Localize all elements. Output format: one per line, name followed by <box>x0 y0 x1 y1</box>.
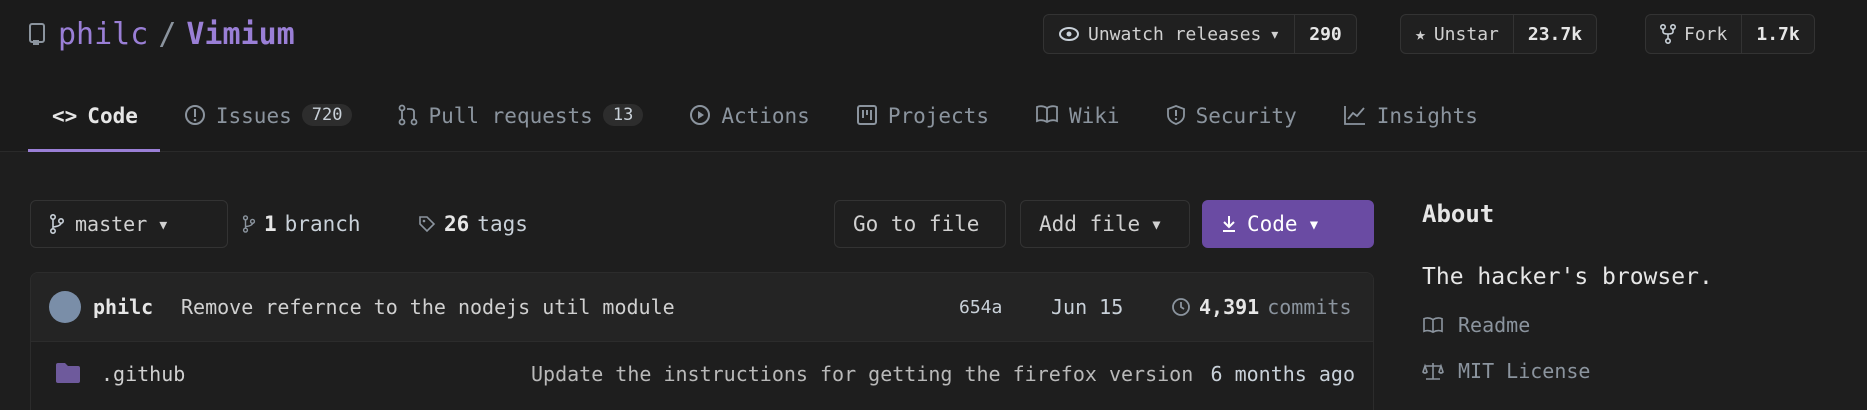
code-download-button[interactable]: Code ▾ <box>1202 200 1374 248</box>
tab-insights-label: Insights <box>1376 104 1478 128</box>
file-name-link[interactable]: .github <box>101 362 185 386</box>
forks-count[interactable]: 1.7k <box>1741 15 1813 53</box>
watch-label: Unwatch releases <box>1088 23 1262 45</box>
chevron-down-icon: ▾ <box>1269 23 1281 45</box>
file-age: 6 months ago <box>1210 361 1356 386</box>
branches-label: branch <box>284 212 361 236</box>
tab-security[interactable]: Security <box>1142 92 1319 152</box>
file-browser: philc Remove refernce to the nodejs util… <box>30 272 1374 410</box>
watch-button-group: Unwatch releases ▾ 290 <box>1043 14 1357 54</box>
commit-hash-link[interactable]: 654a <box>959 297 1002 318</box>
branch-icon <box>242 215 256 233</box>
file-commit-message-link[interactable]: Update the instructions for getting the … <box>531 362 1211 386</box>
tab-actions[interactable]: Actions <box>665 92 832 152</box>
license-label: MIT License <box>1458 359 1591 383</box>
play-icon <box>689 104 711 126</box>
law-icon <box>1422 361 1444 381</box>
repo-name-link[interactable]: Vimium <box>186 17 294 52</box>
readme-label: Readme <box>1458 313 1531 337</box>
folder-icon <box>55 362 81 384</box>
tags-label: tags <box>477 212 528 236</box>
repo-separator: / <box>158 16 177 52</box>
repo-title: philc / Vimium <box>28 14 295 54</box>
watch-button[interactable]: Unwatch releases ▾ <box>1044 15 1294 53</box>
latest-commit-row: philc Remove refernce to the nodejs util… <box>31 273 1373 341</box>
tab-pull-requests[interactable]: Pull requests 13 <box>374 92 665 152</box>
chevron-down-icon: ▾ <box>157 212 170 236</box>
star-icon: ★ <box>1415 23 1426 45</box>
commit-message-link[interactable]: Remove refernce to the nodejs util modul… <box>181 295 675 319</box>
tab-actions-label: Actions <box>721 104 810 128</box>
repo-header: philc / Vimium Unwatch releases ▾ 290 ★ … <box>0 0 1867 152</box>
issues-count-badge: 720 <box>301 104 353 126</box>
graph-icon <box>1343 104 1367 126</box>
tab-pull-requests-label: Pull requests <box>428 104 593 128</box>
add-file-label: Add file <box>1039 212 1141 236</box>
about-sidebar: About The hacker's browser. Readme MIT L… <box>1422 200 1842 390</box>
branch-select-button[interactable]: master ▾ <box>30 200 228 248</box>
pull-request-icon <box>398 104 418 126</box>
table-row: .github Update the instructions for gett… <box>31 341 1373 405</box>
tab-issues[interactable]: Issues 720 <box>160 92 375 152</box>
tab-insights[interactable]: Insights <box>1319 92 1500 152</box>
branches-link[interactable]: 1 branch <box>242 200 361 248</box>
about-heading: About <box>1422 200 1495 228</box>
commit-author-link[interactable]: philc <box>93 295 153 319</box>
commits-count: 4,391 <box>1199 295 1260 319</box>
branch-name: master <box>75 212 148 236</box>
download-icon <box>1221 215 1237 233</box>
tag-icon <box>418 215 436 233</box>
add-file-button[interactable]: Add file ▾ <box>1020 200 1190 248</box>
tab-code-label: Code <box>87 104 138 128</box>
tab-code[interactable]: <> Code <box>28 92 160 152</box>
star-button-group: ★ Unstar 23.7k <box>1400 14 1598 54</box>
commits-link[interactable]: 4,391 commits <box>1171 295 1352 319</box>
commit-date: Jun 15 <box>1051 295 1124 319</box>
about-description: The hacker's browser. <box>1422 264 1713 290</box>
commits-label: commits <box>1267 295 1352 319</box>
book-icon <box>1035 104 1059 124</box>
branches-count: 1 <box>264 212 277 236</box>
code-icon: <> <box>52 104 78 128</box>
avatar[interactable] <box>49 291 81 323</box>
unstar-button[interactable]: ★ Unstar <box>1401 15 1513 53</box>
stargazers-count[interactable]: 23.7k <box>1512 15 1596 53</box>
code-button-label: Code <box>1247 212 1298 236</box>
watchers-count[interactable]: 290 <box>1294 15 1356 53</box>
fork-button[interactable]: Fork <box>1646 15 1741 53</box>
tab-wiki[interactable]: Wiki <box>1011 92 1142 152</box>
tags-link[interactable]: 26 tags <box>418 200 528 248</box>
branch-icon <box>49 214 65 234</box>
issue-icon <box>184 104 206 126</box>
readme-link[interactable]: Readme <box>1422 306 1842 344</box>
tab-issues-label: Issues <box>215 104 292 128</box>
license-link[interactable]: MIT License <box>1422 352 1842 390</box>
pull-requests-count-badge: 13 <box>602 104 644 126</box>
go-to-file-button[interactable]: Go to file <box>834 200 1006 248</box>
tab-projects[interactable]: Projects <box>832 92 1011 152</box>
eye-icon <box>1058 26 1080 42</box>
tags-count: 26 <box>444 212 470 236</box>
unstar-label: Unstar <box>1433 23 1499 45</box>
tab-wiki-label: Wiki <box>1068 104 1120 128</box>
file-toolbar: master ▾ 1 branch 26 tags Go to file Add… <box>30 200 1374 248</box>
tab-projects-label: Projects <box>887 104 989 128</box>
chevron-down-icon: ▾ <box>1307 212 1321 236</box>
tab-security-label: Security <box>1195 104 1297 128</box>
shield-icon <box>1166 104 1186 126</box>
repo-icon <box>28 22 48 46</box>
fork-icon <box>1660 24 1676 44</box>
repo-owner-link[interactable]: philc <box>58 17 148 52</box>
chevron-down-icon: ▾ <box>1150 212 1163 236</box>
repo-nav-tabs: <> Code Issues 720 Pull requests 13 Acti… <box>28 92 1500 152</box>
history-icon <box>1171 297 1191 317</box>
fork-label: Fork <box>1684 23 1728 45</box>
project-icon <box>856 104 878 126</box>
fork-button-group: Fork 1.7k <box>1645 14 1815 54</box>
book-icon <box>1422 316 1444 334</box>
